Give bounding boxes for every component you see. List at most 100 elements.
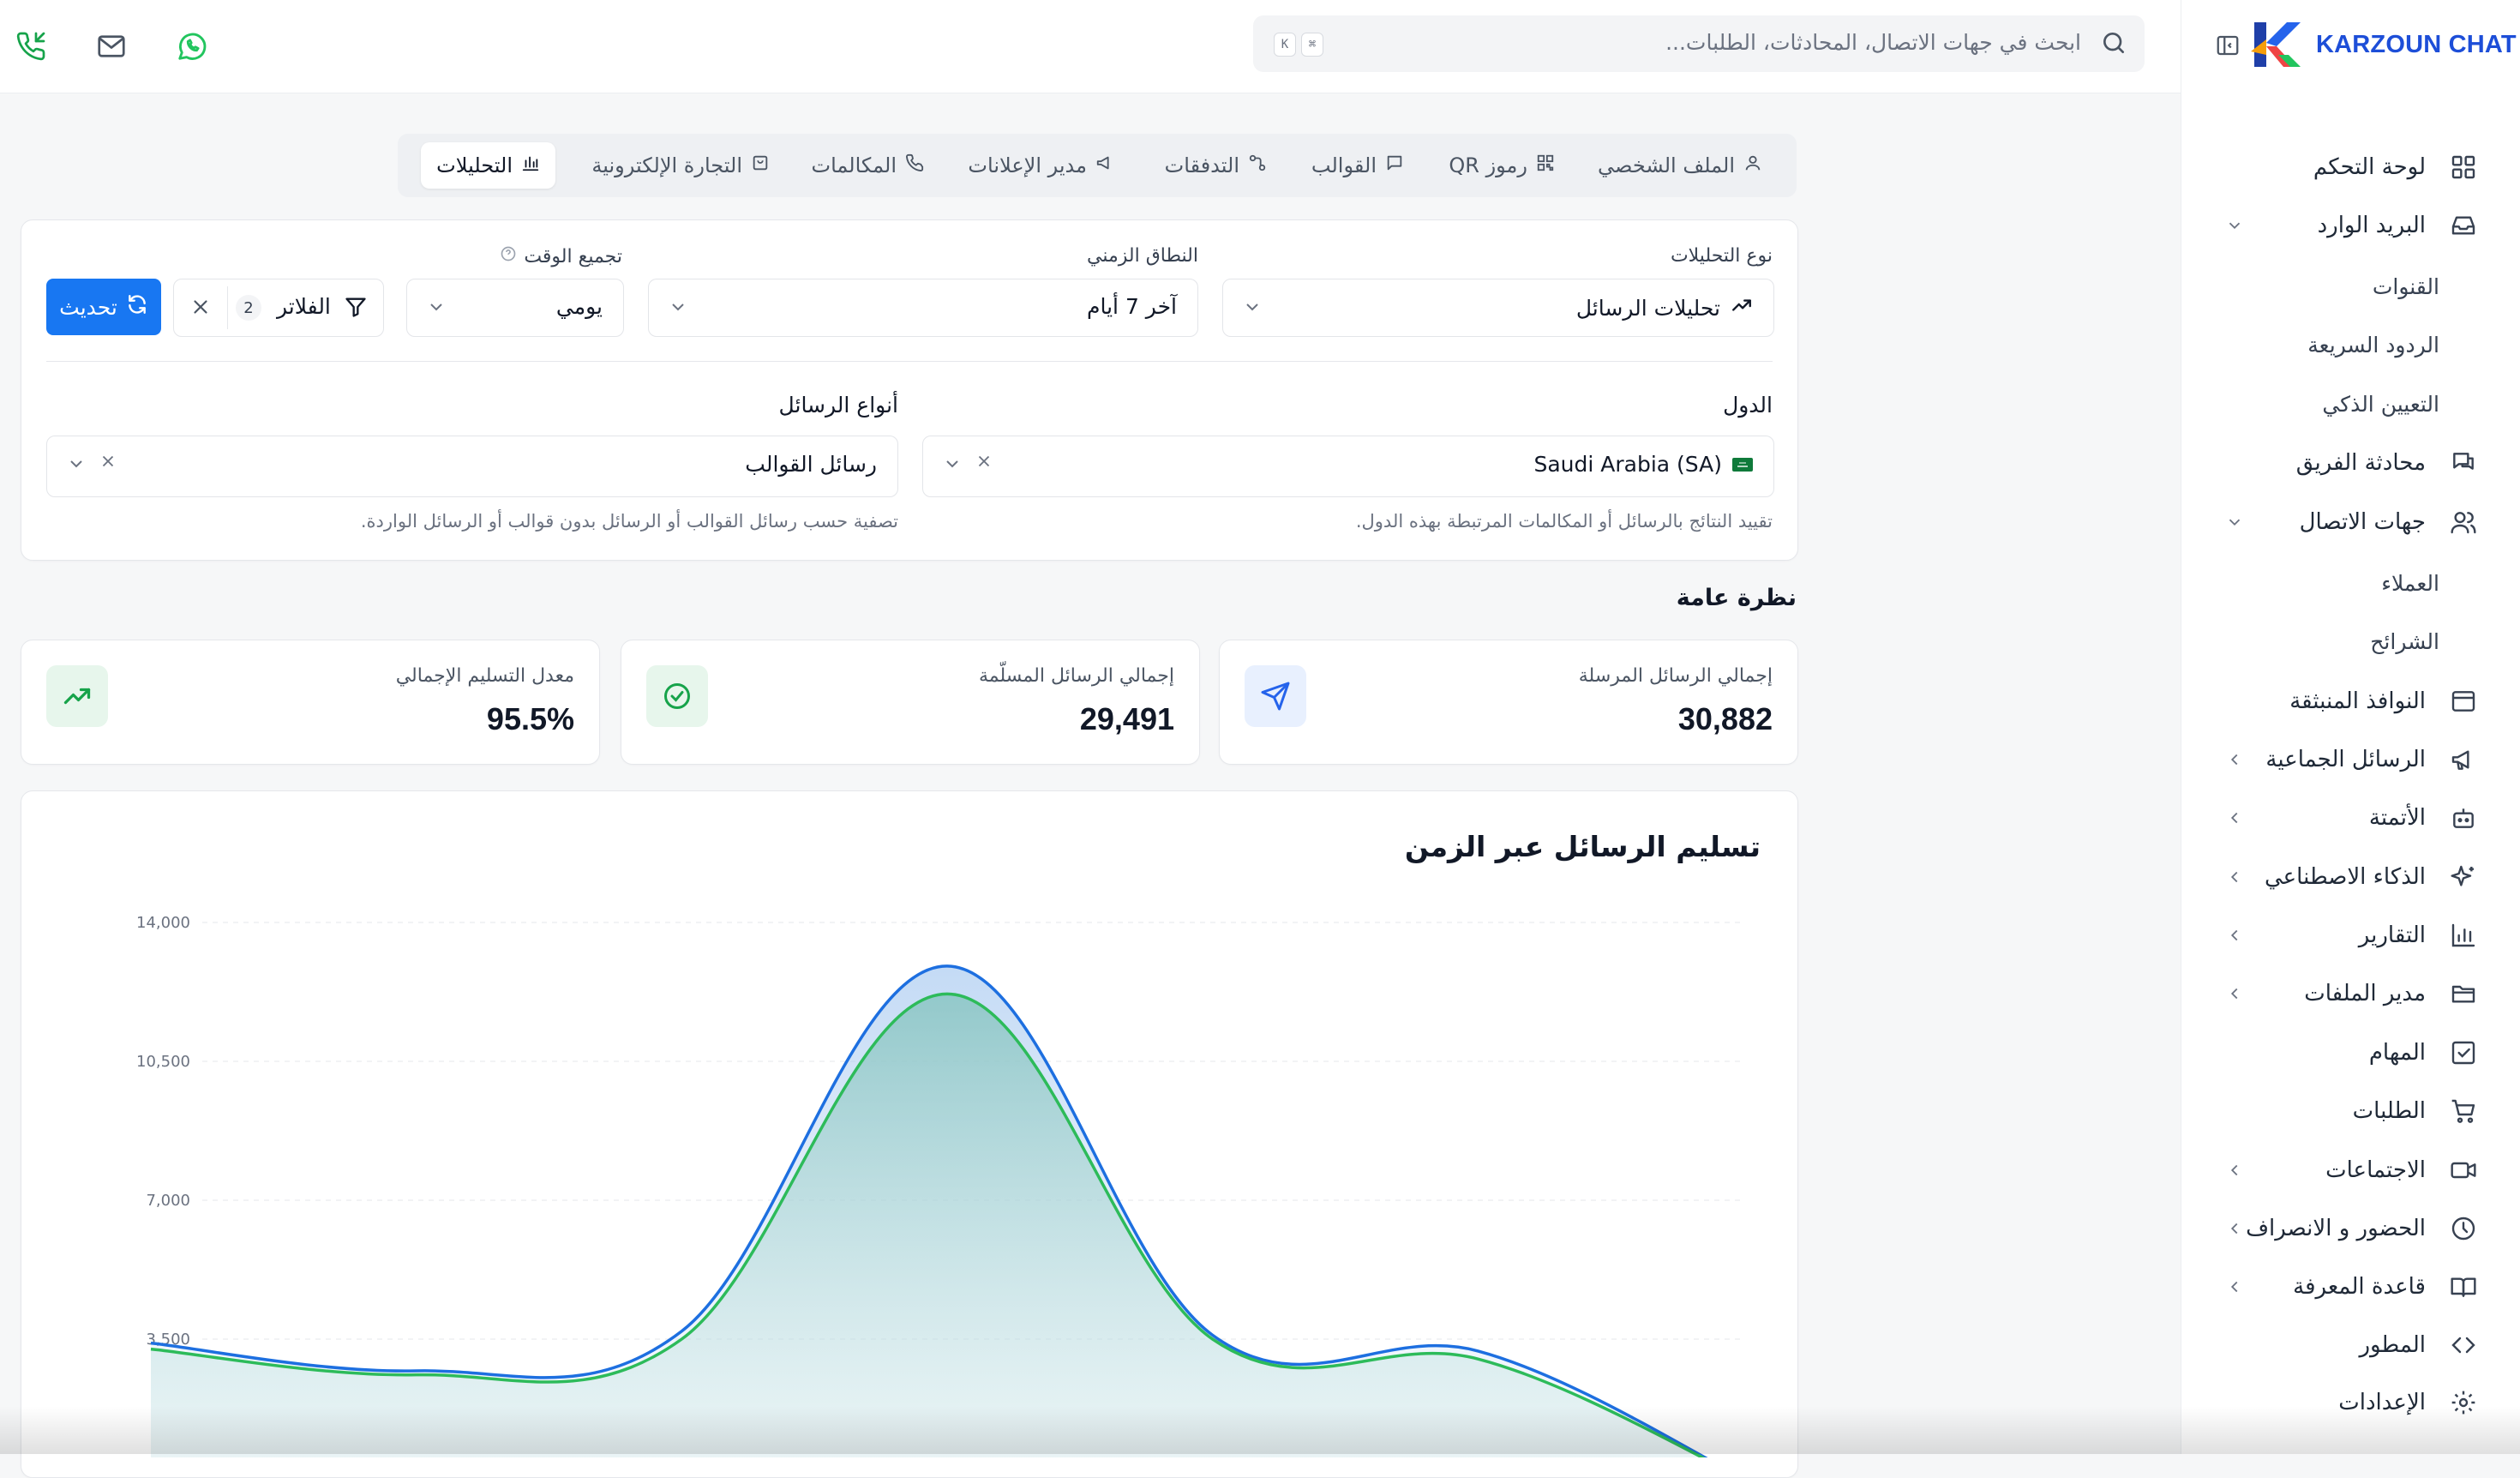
tab-ecommerce[interactable]: التجارة الإلكترونية: [576, 142, 785, 189]
sidebar-item-broadcasts[interactable]: الرسائل الجماعية: [2208, 739, 2482, 780]
help-icon[interactable]: [500, 245, 517, 267]
team-chat-icon: [2445, 444, 2482, 482]
dashboard-icon: [2445, 148, 2482, 186]
message-types-hint: تصفية حسب رسائل القوالب أو الرسائل بدون …: [360, 511, 898, 532]
folder-icon: [2445, 975, 2482, 1012]
analytics-type-value: تحليلات الرسائل: [1575, 295, 1720, 321]
message-types-select[interactable]: رسائل القوالب: [46, 436, 898, 497]
sidebar-sub-customers[interactable]: العملاء: [2381, 564, 2439, 602]
sidebar-item-orders[interactable]: الطلبات: [2208, 1090, 2482, 1132]
sidebar-item-ai[interactable]: الذكاء الاصطناعي: [2208, 856, 2482, 898]
time-grouping-label: تجميع الوقت: [500, 245, 622, 267]
brand-name: KARZOUN CHAT: [2316, 30, 2517, 58]
sidebar-sub-channels[interactable]: القنوات: [2373, 267, 2439, 305]
flow-icon: [1248, 153, 1267, 177]
bar-chart-icon: [2445, 916, 2482, 954]
tab-flows[interactable]: التدفقات: [1149, 142, 1282, 189]
filters-button-label: الفلاتر: [277, 294, 331, 319]
sidebar-sub-quick-replies[interactable]: الردود السريعة: [2307, 326, 2439, 363]
chevron-left-icon[interactable]: [2223, 748, 2246, 771]
sidebar-item-inbox[interactable]: البريد الوارد: [2208, 205, 2482, 246]
time-grouping-value: يومي: [555, 294, 603, 319]
stat-title: إجمالي الرسائل المسلّمة: [979, 665, 1174, 687]
sidebar-item-tasks[interactable]: المهام: [2208, 1032, 2482, 1073]
sidebar-item-reports[interactable]: التقارير: [2208, 915, 2482, 956]
filters-toggle[interactable]: 2 الفلاتر: [173, 279, 384, 337]
sidebar-item-label: البريد الوارد: [2317, 213, 2426, 238]
chevron-left-icon[interactable]: [2223, 924, 2246, 946]
tab-ads-manager[interactable]: مدير الإعلانات: [952, 142, 1130, 189]
sidebar-item-developer[interactable]: المطور: [2208, 1325, 2482, 1366]
sidebar-item-label: الحضور و الانصراف: [2246, 1216, 2426, 1241]
code-icon: [2445, 1326, 2482, 1364]
chevron-left-icon[interactable]: [2223, 1276, 2246, 1298]
chevron-down-icon: [1242, 297, 1263, 321]
chevron-left-icon[interactable]: [2223, 1159, 2246, 1181]
countries-select[interactable]: Saudi Arabia (SA): [922, 436, 1774, 497]
clock-icon: [2445, 1210, 2482, 1247]
tab-label: المكالمات: [811, 153, 897, 177]
time-range-select[interactable]: آخر 7 أيام: [648, 279, 1198, 337]
video-icon: [2445, 1151, 2482, 1189]
clear-countries-icon[interactable]: [975, 452, 993, 476]
sidebar-item-attendance[interactable]: الحضور و الانصراف: [2208, 1208, 2482, 1249]
filter-icon: [344, 295, 368, 322]
chevron-down-icon[interactable]: [2223, 214, 2246, 237]
kbd-k: K: [1274, 33, 1296, 57]
tab-profile[interactable]: الملف الشخصي: [1582, 142, 1778, 189]
shopping-bag-icon: [751, 153, 770, 177]
tab-calls[interactable]: المكالمات: [795, 142, 939, 189]
sidebar-item-label: الرسائل الجماعية: [2265, 747, 2426, 772]
chevron-left-icon[interactable]: [2223, 982, 2246, 1005]
checkbox-icon: [2445, 1034, 2482, 1072]
chevron-left-icon[interactable]: [2223, 807, 2246, 829]
tab-analytics[interactable]: التحليلات: [421, 142, 555, 189]
saudi-flag-icon: [1732, 452, 1753, 477]
time-range-label: النطاق الزمني: [1087, 245, 1198, 267]
filters-count-badge: 2: [236, 295, 261, 321]
chevron-down-icon[interactable]: [2223, 511, 2246, 533]
clear-filters-icon[interactable]: [189, 296, 212, 321]
sidebar-item-automation[interactable]: الأتمتة: [2208, 797, 2482, 838]
y-tick-label: 10,500: [136, 1053, 190, 1071]
chevron-left-icon[interactable]: [2223, 1217, 2246, 1240]
sidebar-item-team-chat[interactable]: محادثة الفريق: [2208, 442, 2482, 484]
tab-templates[interactable]: القوالب: [1296, 142, 1419, 189]
filters-divider: [46, 361, 1773, 362]
global-search[interactable]: K ⌘ ابحث في جهات الاتصال، المحادثات، الط…: [1253, 15, 2145, 72]
message-square-icon: [1385, 153, 1404, 177]
sidebar-item-popups[interactable]: النوافذ المنبثقة: [2208, 681, 2482, 722]
stat-value: 95.5%: [486, 701, 574, 736]
sidebar-item-label: المهام: [2368, 1040, 2426, 1066]
whatsapp-icon[interactable]: [170, 24, 214, 69]
check-circle-icon: [646, 665, 708, 727]
sidebar-item-knowledge-base[interactable]: قاعدة المعرفة: [2208, 1266, 2482, 1307]
chevron-left-icon[interactable]: [2223, 866, 2246, 888]
megaphone-icon: [2445, 741, 2482, 778]
brand-logo[interactable]: KARZOUN CHAT: [2249, 17, 2517, 72]
refresh-button[interactable]: تحديث: [46, 279, 161, 335]
sidebar-item-label: مدير الملفات: [2304, 981, 2426, 1006]
sidebar-item-label: التقارير: [2358, 922, 2426, 948]
inbox-icon: [2445, 207, 2482, 244]
tab-qr-codes[interactable]: رموز QR: [1433, 142, 1570, 189]
sidebar-sub-smart-assignment[interactable]: التعيين الذكي: [2322, 385, 2439, 423]
stat-title: معدل التسليم الإجمالي: [395, 665, 574, 687]
countries-label: الدول: [1723, 393, 1773, 418]
sidebar-item-dashboard[interactable]: لوحة التحكم: [2208, 147, 2482, 188]
y-tick-label: 7,000: [146, 1192, 190, 1210]
sidebar-item-label: لوحة التحكم: [2313, 154, 2426, 180]
analytics-type-select[interactable]: تحليلات الرسائل: [1222, 279, 1774, 337]
mail-icon[interactable]: [89, 24, 134, 69]
megaphone-icon: [1095, 153, 1114, 177]
karzoun-logo-icon: [2251, 22, 2301, 67]
time-grouping-select[interactable]: يومي: [406, 279, 624, 337]
clear-message-types-icon[interactable]: [99, 452, 117, 476]
incoming-call-icon[interactable]: [9, 24, 53, 69]
sidebar-item-file-manager[interactable]: مدير الملفات: [2208, 973, 2482, 1014]
sidebar-item-meetings[interactable]: الاجتماعات: [2208, 1150, 2482, 1191]
popup-window-icon: [2445, 682, 2482, 720]
collapse-sidebar-icon[interactable]: [2215, 33, 2241, 62]
sidebar-sub-segments[interactable]: الشرائح: [2370, 622, 2439, 660]
sidebar-item-contacts[interactable]: جهات الاتصال: [2208, 502, 2482, 543]
